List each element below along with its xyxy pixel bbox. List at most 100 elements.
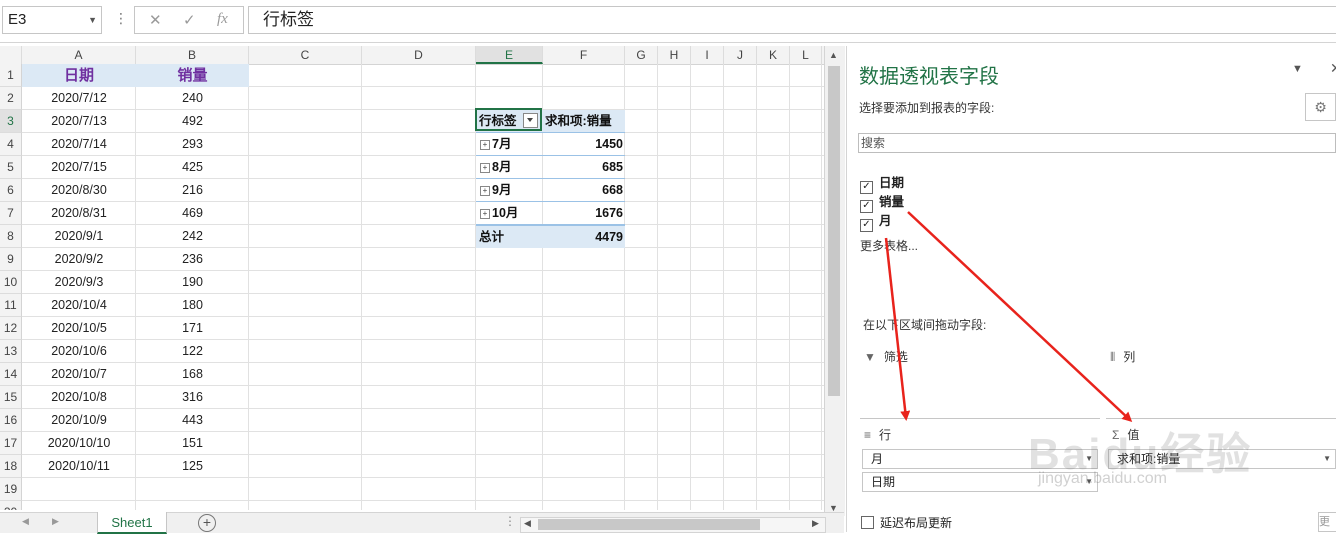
defer-layout-update[interactable]: 延迟布局更新 [861, 514, 952, 531]
sales-cell[interactable]: 125 [136, 455, 249, 478]
row-header-17[interactable]: 17 [0, 432, 22, 455]
chevron-down-icon[interactable]: ▼ [88, 7, 97, 33]
row-header-12[interactable]: 12 [0, 317, 22, 340]
row-header-8[interactable]: 8 [0, 225, 22, 248]
checkbox-icon[interactable] [861, 516, 874, 529]
tab-scroll-left-icon[interactable]: ◀ [22, 516, 29, 527]
row-header-16[interactable]: 16 [0, 409, 22, 432]
row-header-15[interactable]: 15 [0, 386, 22, 409]
splitter-icon[interactable]: ⋮ [504, 514, 516, 528]
column-header-l[interactable]: L [790, 46, 822, 64]
pivot-total-label[interactable]: 总计 [476, 225, 543, 248]
column-header-i[interactable]: I [691, 46, 724, 64]
checkbox-icon[interactable]: ✓ [860, 219, 873, 232]
sales-cell[interactable]: 240 [136, 87, 249, 110]
date-cell[interactable]: 2020/9/1 [22, 225, 136, 248]
enter-icon[interactable]: ✓ [183, 11, 196, 29]
add-sheet-icon[interactable]: + [198, 514, 216, 532]
column-header-e[interactable]: E [476, 46, 543, 64]
field-month[interactable]: ✓ 月 [860, 210, 892, 232]
sales-cell[interactable]: 242 [136, 225, 249, 248]
date-cell[interactable]: 2020/8/31 [22, 202, 136, 225]
sales-cell[interactable]: 443 [136, 409, 249, 432]
pivot-row-value[interactable]: 668 [543, 179, 625, 202]
cancel-icon[interactable]: ✕ [149, 11, 162, 29]
date-cell[interactable]: 2020/7/15 [22, 156, 136, 179]
column-header-g[interactable]: G [625, 46, 658, 64]
date-cell[interactable]: 2020/7/13 [22, 110, 136, 133]
date-cell[interactable]: 2020/7/12 [22, 87, 136, 110]
row-header-11[interactable]: 11 [0, 294, 22, 317]
function-icon[interactable]: fx [217, 11, 228, 28]
worksheet-grid[interactable]: ABCDEFGHIJKL 1 2 3 4 5 6 7 8 9 10 11 12 13 14 15 16 17 18… [0, 46, 824, 510]
row-header-3[interactable]: 3 [0, 110, 22, 133]
sales-cell[interactable]: 151 [136, 432, 249, 455]
tab-sheet1[interactable]: Sheet1 [97, 512, 167, 534]
header-sales-cell[interactable]: 销量 [136, 64, 249, 87]
date-cell[interactable]: 2020/9/2 [22, 248, 136, 271]
row-header-14[interactable]: 14 [0, 363, 22, 386]
date-cell[interactable]: 2020/10/6 [22, 340, 136, 363]
date-cell[interactable]: 2020/10/7 [22, 363, 136, 386]
row-header-6[interactable]: 6 [0, 179, 22, 202]
tab-scroll-right-icon[interactable]: ▶ [52, 516, 59, 527]
expand-icon[interactable]: + [480, 209, 490, 219]
pivot-row-value[interactable]: 1450 [543, 133, 625, 156]
row-header-7[interactable]: 7 [0, 202, 22, 225]
name-box[interactable]: E3 ▼ [2, 6, 102, 34]
vertical-scroll-thumb[interactable] [828, 66, 840, 396]
scroll-left-icon[interactable]: ◀ [524, 518, 531, 529]
date-cell[interactable]: 2020/9/3 [22, 271, 136, 294]
sales-cell[interactable]: 316 [136, 386, 249, 409]
sales-cell[interactable]: 122 [136, 340, 249, 363]
date-cell[interactable]: 2020/10/10 [22, 432, 136, 455]
sales-cell[interactable]: 168 [136, 363, 249, 386]
pivot-total-value[interactable]: 4479 [543, 225, 625, 248]
sales-cell[interactable]: 190 [136, 271, 249, 294]
update-button[interactable]: 更新 [1318, 512, 1336, 532]
scroll-right-icon[interactable]: ▶ [812, 518, 819, 529]
column-header-c[interactable]: C [249, 46, 362, 64]
date-cell[interactable]: 2020/8/30 [22, 179, 136, 202]
select-all-corner[interactable] [0, 46, 22, 64]
pivot-row-label[interactable]: +9月 [476, 179, 543, 202]
column-header-b[interactable]: B [136, 46, 249, 64]
formula-input[interactable]: 行标签 [248, 6, 1336, 34]
row-header-20[interactable]: 20 [0, 501, 22, 510]
selected-cell[interactable] [475, 108, 542, 131]
sales-cell[interactable]: 171 [136, 317, 249, 340]
horizontal-scroll-thumb[interactable] [538, 519, 760, 530]
sales-cell[interactable]: 293 [136, 133, 249, 156]
sales-cell[interactable]: 492 [136, 110, 249, 133]
row-header-18[interactable]: 18 [0, 455, 22, 478]
pivot-row-value[interactable]: 1676 [543, 202, 625, 225]
date-cell[interactable]: 2020/10/9 [22, 409, 136, 432]
close-icon[interactable]: ✕ [1330, 60, 1336, 77]
expand-icon[interactable]: + [480, 186, 490, 196]
row-header-4[interactable]: 4 [0, 133, 22, 156]
row-header-13[interactable]: 13 [0, 340, 22, 363]
chevron-down-icon[interactable]: ▼ [1323, 450, 1331, 468]
pivot-row-label[interactable]: +10月 [476, 202, 543, 225]
expand-icon[interactable]: + [480, 140, 490, 150]
pivot-row-value[interactable]: 685 [543, 156, 625, 179]
row-header-10[interactable]: 10 [0, 271, 22, 294]
column-header-a[interactable]: A [22, 46, 136, 64]
date-cell[interactable]: 2020/10/11 [22, 455, 136, 478]
column-header-j[interactable]: J [724, 46, 757, 64]
gear-icon[interactable]: ⚙ [1305, 93, 1336, 121]
column-header-h[interactable]: H [658, 46, 691, 64]
sales-cell[interactable]: 180 [136, 294, 249, 317]
date-cell[interactable]: 2020/10/4 [22, 294, 136, 317]
pane-options-icon[interactable]: ▼ [1292, 63, 1303, 75]
date-cell[interactable]: 2020/10/8 [22, 386, 136, 409]
row-header-1[interactable]: 1 [0, 64, 22, 87]
more-tables-link[interactable]: 更多表格... [860, 237, 918, 254]
sales-cell[interactable]: 425 [136, 156, 249, 179]
column-header-f[interactable]: F [543, 46, 625, 64]
column-header-k[interactable]: K [757, 46, 790, 64]
pivot-row-label[interactable]: +8月 [476, 156, 543, 179]
pivot-row-label[interactable]: +7月 [476, 133, 543, 156]
column-header-d[interactable]: D [362, 46, 476, 64]
row-header-2[interactable]: 2 [0, 87, 22, 110]
